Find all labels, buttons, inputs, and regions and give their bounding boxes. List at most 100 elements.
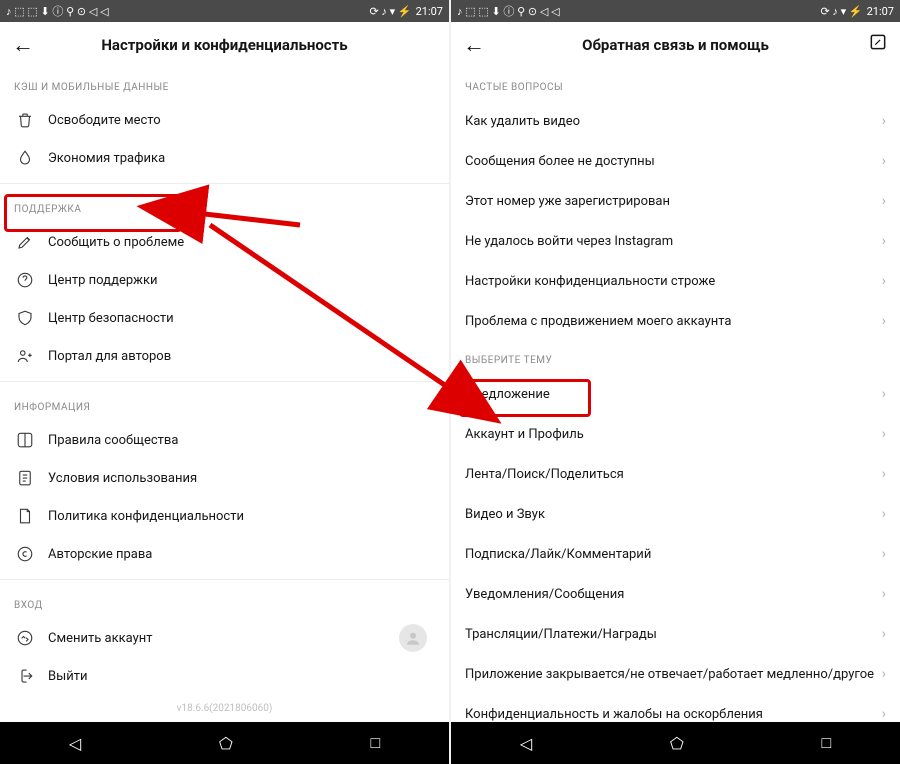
- row-label: Условия использования: [48, 471, 435, 486]
- drop-icon: [14, 149, 36, 167]
- row-label: Трансляции/Платежи/Награды: [465, 627, 882, 642]
- chevron-right-icon: ›: [882, 706, 886, 722]
- divider: [0, 183, 449, 184]
- row-report-problem[interactable]: Сообщить о проблеме: [0, 223, 449, 261]
- nav-recent-icon[interactable]: □: [370, 733, 380, 753]
- row-privacy-policy[interactable]: Политика конфиденциальности: [0, 497, 449, 535]
- back-icon[interactable]: ←: [463, 32, 485, 58]
- topic-account-profile[interactable]: Аккаунт и Профиль›: [451, 414, 900, 454]
- row-label: Центр поддержки: [48, 273, 435, 288]
- divider: [0, 579, 449, 580]
- page-title: Настройки и конфиденциальность: [0, 36, 449, 54]
- section-cache-header: КЭШ И МОБИЛЬНЫЕ ДАННЫЕ: [0, 68, 449, 101]
- row-label: Экономия трафика: [48, 151, 435, 166]
- row-data-saver[interactable]: Экономия трафика: [0, 139, 449, 177]
- page-title: Обратная связь и помощь: [451, 36, 900, 54]
- feedback-list: ЧАСТЫЕ ВОПРОСЫ Как удалить видео› Сообще…: [451, 68, 900, 722]
- nav-bar: ◁ ⬠ □: [0, 722, 449, 764]
- chevron-right-icon: ›: [882, 233, 886, 249]
- row-label: Не удалось войти через Instagram: [465, 234, 882, 249]
- nav-back-icon[interactable]: ◁: [69, 734, 81, 753]
- switch-icon: [14, 629, 36, 647]
- row-label: Конфиденциальность и жалобы на оскорблен…: [465, 707, 882, 722]
- chevron-right-icon: ›: [882, 666, 886, 682]
- row-label: Сообщить о проблеме: [48, 235, 435, 250]
- row-free-space[interactable]: Освободите место: [0, 101, 449, 139]
- person-icon: [14, 347, 36, 365]
- row-safety-center[interactable]: Центр безопасности: [0, 299, 449, 337]
- pencil-icon: [14, 233, 36, 251]
- row-creator-portal[interactable]: Портал для авторов: [0, 337, 449, 375]
- chevron-right-icon: ›: [882, 586, 886, 602]
- topic-item[interactable]: Трансляции/Платежи/Награды›: [451, 614, 900, 654]
- compose-icon[interactable]: [868, 32, 888, 57]
- row-label: Как удалить видео: [465, 114, 882, 129]
- status-bar: ♪ ⬚ ⬚ ⬇ ⓘ ⚲ ⊙ ◁ ◁ ⟳ ♪ ▾ ⚡ 21:07: [0, 0, 449, 22]
- row-label: Видео и Звук: [465, 507, 882, 522]
- topic-item[interactable]: Лента/Поиск/Поделиться›: [451, 454, 900, 494]
- row-label: Приложение закрывается/не отвечает/работ…: [465, 667, 882, 682]
- shield-icon: [14, 309, 36, 327]
- row-label: Сменить аккаунт: [48, 631, 399, 646]
- app-bar: ← Настройки и конфиденциальность: [0, 22, 449, 68]
- row-switch-account[interactable]: Сменить аккаунт: [0, 619, 449, 657]
- chevron-right-icon: ›: [882, 113, 886, 129]
- section-topics-header: ВЫБЕРИТЕ ТЕМУ: [451, 341, 900, 374]
- row-label: Уведомления/Сообщения: [465, 587, 882, 602]
- row-label: Лента/Поиск/Поделиться: [465, 467, 882, 482]
- row-label: Предложение: [465, 387, 882, 402]
- back-icon[interactable]: ←: [12, 32, 34, 58]
- book-icon: [14, 431, 36, 449]
- row-support-center[interactable]: Центр поддержки: [0, 261, 449, 299]
- version-label: v18.6.6(2021806060): [0, 703, 449, 714]
- faq-item[interactable]: Сообщения более не доступны›: [451, 141, 900, 181]
- faq-item[interactable]: Настройки конфиденциальности строже›: [451, 261, 900, 301]
- chevron-right-icon: ›: [882, 546, 886, 562]
- row-label: Освободите место: [48, 113, 435, 128]
- row-label: Правила сообщества: [48, 433, 435, 448]
- nav-back-icon[interactable]: ◁: [520, 734, 532, 753]
- topic-item[interactable]: Подписка/Лайк/Комментарий›: [451, 534, 900, 574]
- section-login-header: ВХОД: [0, 586, 449, 619]
- row-label: Подписка/Лайк/Комментарий: [465, 547, 882, 562]
- section-faq-header: ЧАСТЫЕ ВОПРОСЫ: [451, 68, 900, 101]
- faq-item[interactable]: Как удалить видео›: [451, 101, 900, 141]
- chevron-right-icon: ›: [882, 273, 886, 289]
- phone-right: ♪ ⬚ ⬚ ⬇ ⓘ ⚲ ⊙ ◁ ◁ ⟳ ♪ ▾ ⚡ 21:07 ← Обратн…: [451, 0, 900, 764]
- topic-item[interactable]: Уведомления/Сообщения›: [451, 574, 900, 614]
- nav-home-icon[interactable]: ⬠: [670, 734, 684, 753]
- topic-item[interactable]: Приложение закрывается/не отвечает/работ…: [451, 654, 900, 694]
- row-label: Политика конфиденциальности: [48, 509, 435, 524]
- row-label: Авторские права: [48, 547, 435, 562]
- row-label: Этот номер уже зарегистрирован: [465, 194, 882, 209]
- phone-left: ♪ ⬚ ⬚ ⬇ ⓘ ⚲ ⊙ ◁ ◁ ⟳ ♪ ▾ ⚡ 21:07 ← Настро…: [0, 0, 449, 764]
- nav-home-icon[interactable]: ⬠: [219, 734, 233, 753]
- document-icon: [14, 469, 36, 487]
- row-terms[interactable]: Условия использования: [0, 459, 449, 497]
- chevron-right-icon: ›: [882, 626, 886, 642]
- avatar-icon: [399, 624, 427, 652]
- row-copyright[interactable]: Авторские права: [0, 535, 449, 573]
- status-bar: ♪ ⬚ ⬚ ⬇ ⓘ ⚲ ⊙ ◁ ◁ ⟳ ♪ ▾ ⚡ 21:07: [451, 0, 900, 22]
- topic-item[interactable]: Предложение›: [451, 374, 900, 414]
- section-info-header: ИНФОРМАЦИЯ: [0, 388, 449, 421]
- topic-item[interactable]: Видео и Звук›: [451, 494, 900, 534]
- faq-item[interactable]: Этот номер уже зарегистрирован›: [451, 181, 900, 221]
- nav-recent-icon[interactable]: □: [821, 733, 831, 753]
- faq-item[interactable]: Не удалось войти через Instagram›: [451, 221, 900, 261]
- faq-item[interactable]: Проблема с продвижением моего аккаунта›: [451, 301, 900, 341]
- settings-list: КЭШ И МОБИЛЬНЫЕ ДАННЫЕ Освободите место …: [0, 68, 449, 722]
- chevron-right-icon: ›: [882, 426, 886, 442]
- row-label: Сообщения более не доступны: [465, 154, 882, 169]
- logout-icon: [14, 667, 36, 685]
- section-support-header: ПОДДЕРЖКА: [0, 190, 449, 223]
- chevron-right-icon: ›: [882, 466, 886, 482]
- row-logout[interactable]: Выйти: [0, 657, 449, 695]
- row-label: Портал для авторов: [48, 349, 435, 364]
- copyright-icon: [14, 545, 36, 563]
- chevron-right-icon: ›: [882, 193, 886, 209]
- topic-item[interactable]: Конфиденциальность и жалобы на оскорблен…: [451, 694, 900, 722]
- row-label: Центр безопасности: [48, 311, 435, 326]
- chevron-right-icon: ›: [882, 386, 886, 402]
- row-community-rules[interactable]: Правила сообщества: [0, 421, 449, 459]
